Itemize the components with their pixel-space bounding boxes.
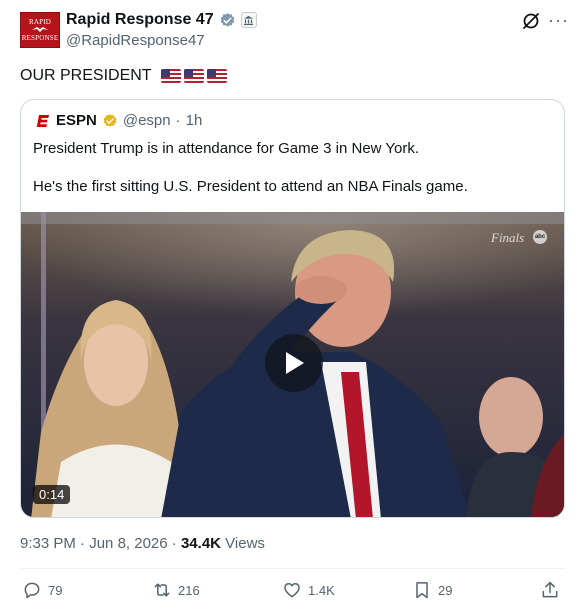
share-icon <box>542 581 558 598</box>
quoted-time[interactable]: 1h <box>186 112 203 129</box>
quoted-text-line-1: President Trump is in attendance for Gam… <box>33 140 420 157</box>
share-button[interactable] <box>540 580 560 600</box>
eagle-icon <box>32 27 48 32</box>
finals-watermark: Finals <box>491 230 525 245</box>
author-name-row: Rapid Response 47 <box>66 11 257 29</box>
views-count: 34.4K <box>180 535 221 552</box>
bookmark-count: 29 <box>438 582 453 598</box>
views-label: Views <box>225 535 265 552</box>
tweet-date[interactable]: Jun 8, 2026 <box>89 535 167 552</box>
quoted-tweet-header: ESPN @espn · 1h <box>35 112 202 129</box>
tweet-text: OUR PRESIDENT <box>20 67 227 85</box>
grok-icon[interactable] <box>521 11 541 31</box>
quoted-text-line-2: He's the first sitting U.S. President to… <box>33 178 468 195</box>
like-button[interactable]: 1.4K <box>282 580 335 600</box>
us-flag-icon <box>206 69 227 83</box>
video-duration: 0:14 <box>33 485 71 504</box>
tweet-meta: 9:33 PM · Jun 8, 2026 · 34.4K Views <box>20 535 265 552</box>
network-logo: abc <box>533 230 547 244</box>
heart-icon <box>284 583 300 598</box>
more-options-icon[interactable]: ··· <box>548 10 569 31</box>
play-icon <box>286 352 304 374</box>
quoted-handle[interactable]: @espn <box>123 112 171 129</box>
verified-gold-badge-icon[interactable] <box>102 113 118 129</box>
meta-separator: · <box>80 535 86 552</box>
verified-badge-icon[interactable] <box>219 12 236 29</box>
video-player[interactable]: Finals abc 0:14 <box>21 212 564 517</box>
avatar-text-rapid: RAPID <box>28 18 51 26</box>
play-button[interactable] <box>265 334 323 392</box>
repost-count: 216 <box>178 582 200 598</box>
us-flag-icon <box>183 69 204 83</box>
meta-separator: · <box>171 535 177 552</box>
repost-icon <box>154 583 170 597</box>
espn-logo-icon <box>35 112 51 129</box>
reply-button[interactable]: 79 <box>22 580 62 600</box>
us-flag-icon <box>160 69 181 83</box>
tweet-time[interactable]: 9:33 PM <box>20 535 76 552</box>
author-handle[interactable]: @RapidResponse47 <box>66 32 205 49</box>
repost-button[interactable]: 216 <box>152 580 200 600</box>
quoted-display-name[interactable]: ESPN <box>56 112 97 129</box>
quoted-tweet[interactable]: ESPN @espn · 1h President Trump is in at… <box>20 99 565 518</box>
bookmark-button[interactable]: 29 <box>412 580 452 600</box>
divider <box>20 568 565 569</box>
quoted-separator: · <box>175 112 181 129</box>
bookmark-icon <box>416 582 428 599</box>
author-avatar[interactable]: RAPID RESPONSE <box>20 12 60 48</box>
reply-count: 79 <box>48 582 63 598</box>
reply-icon <box>24 582 40 599</box>
avatar-text-response: RESPONSE <box>21 34 59 42</box>
tweet-body: OUR PRESIDENT <box>20 67 152 84</box>
author-display-name[interactable]: Rapid Response 47 <box>66 11 214 29</box>
like-count: 1.4K <box>308 582 335 598</box>
government-building-icon[interactable] <box>240 12 257 28</box>
